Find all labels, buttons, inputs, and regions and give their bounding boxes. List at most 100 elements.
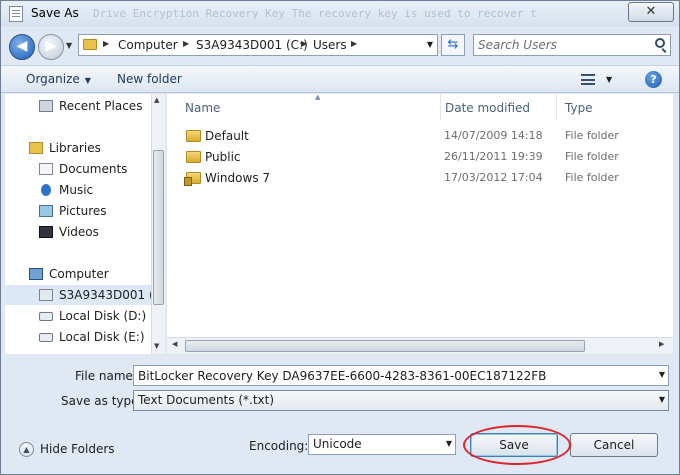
nav-item-local-disk-d[interactable]: Local Disk (D:) <box>5 306 151 326</box>
breadcrumb-drive[interactable]: S3A9343D001 (C:) <box>196 38 308 52</box>
command-bar: Organize ▼ New folder ▼ ? <box>1 65 679 93</box>
address-dropdown-icon[interactable]: ▼ <box>427 40 433 49</box>
search-icon[interactable] <box>655 38 665 48</box>
save-as-type-select[interactable]: Text Documents (*.txt) ▼ <box>133 390 669 411</box>
forward-button[interactable]: ▶ <box>38 34 64 60</box>
column-header-label: Date modified <box>445 101 531 115</box>
background-window-text: Drive Encryption Recovery Key The recove… <box>93 7 537 20</box>
nav-item-computer[interactable]: Computer <box>5 264 151 284</box>
file-name-combobox[interactable]: ▼ <box>133 365 669 386</box>
file-name: Default <box>205 129 249 143</box>
horizontal-scrollbar[interactable]: ◀ ▶ <box>167 337 673 354</box>
file-name: Windows 7 <box>205 171 271 185</box>
column-header-type[interactable]: Type <box>557 94 673 120</box>
title-bar: Save As Drive Encryption Recovery Key Th… <box>1 1 679 27</box>
column-header-name[interactable]: Name ▲ <box>177 93 441 120</box>
table-row[interactable]: Windows 7 17/03/2012 17:04 File folder <box>167 168 673 188</box>
save-button[interactable]: Save <box>470 433 558 457</box>
dialog-title: Save As <box>31 6 79 20</box>
nav-item-label: Pictures <box>59 204 107 218</box>
folder-icon <box>186 130 201 142</box>
locked-folder-icon <box>184 172 201 186</box>
nav-item-pictures[interactable]: Pictures <box>5 201 151 221</box>
refresh-button[interactable]: ⇆ <box>441 34 465 56</box>
scrollbar-thumb[interactable] <box>153 150 164 305</box>
system-drive-icon <box>39 289 53 301</box>
folder-icon <box>83 39 97 50</box>
chevron-down-icon[interactable]: ▼ <box>446 439 452 448</box>
table-row[interactable]: Public 26/11/2011 19:39 File folder <box>167 147 673 167</box>
nav-item-music[interactable]: Music <box>5 180 151 200</box>
hide-folders-button[interactable]: Hide Folders <box>40 442 115 456</box>
save-as-type-label: Save as type: <box>61 394 143 408</box>
view-dropdown-icon[interactable]: ▼ <box>606 75 612 84</box>
nav-item-system-drive[interactable]: S3A9343D001 (C:) <box>5 285 151 305</box>
save-as-dialog: Save As Drive Encryption Recovery Key Th… <box>0 0 680 475</box>
nav-item-label: Local Disk (E:) <box>59 330 145 344</box>
view-options-icon[interactable] <box>581 74 595 85</box>
scroll-right-icon[interactable]: ▶ <box>659 340 664 348</box>
videos-icon <box>39 226 53 238</box>
chevron-down-icon[interactable]: ▼ <box>659 395 665 404</box>
breadcrumb-arrow-icon[interactable]: ▶ <box>183 39 189 48</box>
nav-item-label: Music <box>59 183 94 197</box>
cancel-button[interactable]: Cancel <box>570 433 658 457</box>
music-icon <box>41 184 51 196</box>
column-header-label: Type <box>565 101 593 115</box>
search-box[interactable] <box>473 34 671 56</box>
file-name-label: File name: <box>75 369 137 383</box>
scroll-up-icon[interactable]: ▲ <box>154 96 159 104</box>
nav-item-label: Documents <box>59 162 128 176</box>
recent-places-icon <box>39 100 53 112</box>
search-input[interactable] <box>478 37 648 53</box>
breadcrumb-users[interactable]: Users <box>313 38 347 52</box>
nav-item-label: Local Disk (D:) <box>59 309 147 323</box>
recent-locations-dropdown[interactable]: ▼ <box>66 41 72 50</box>
breadcrumb-arrow-icon[interactable]: ▶ <box>103 39 109 48</box>
nav-item-label: Videos <box>59 225 99 239</box>
address-bar[interactable]: ▶ Computer ▶ S3A9343D001 (C:) ▶ Users ▶ … <box>78 34 438 56</box>
encoding-select[interactable]: Unicode ▼ <box>308 434 456 455</box>
file-type: File folder <box>565 171 619 184</box>
navigation-scrollbar[interactable]: ▲ ▼ <box>151 94 165 354</box>
nav-item-local-disk-e[interactable]: Local Disk (E:) <box>5 327 151 347</box>
organize-label: Organize <box>26 72 80 86</box>
nav-item-videos[interactable]: Videos <box>5 222 151 242</box>
file-date: 26/11/2011 19:39 <box>444 150 543 163</box>
nav-item-label: Computer <box>49 267 109 281</box>
back-button[interactable]: ◀ <box>9 34 35 60</box>
new-folder-button[interactable]: New folder <box>117 72 182 86</box>
file-name: Public <box>205 150 241 164</box>
navigation-pane: Recent Places Libraries Documents Music … <box>5 94 151 354</box>
save-as-type-value: Text Documents (*.txt) <box>138 393 275 407</box>
scrollbar-thumb[interactable] <box>185 340 585 352</box>
help-icon[interactable]: ? <box>645 71 662 88</box>
libraries-icon <box>29 142 43 154</box>
organize-menu-button[interactable]: Organize ▼ <box>26 72 91 86</box>
nav-item-libraries[interactable]: Libraries <box>5 138 151 158</box>
notepad-icon <box>9 6 23 22</box>
file-name-input[interactable] <box>138 368 644 383</box>
pictures-icon <box>39 205 53 217</box>
nav-item-label: Recent Places <box>59 99 143 113</box>
column-header-date[interactable]: Date modified <box>437 94 557 120</box>
table-row[interactable]: Default 14/07/2009 14:18 File folder <box>167 126 673 146</box>
chevron-down-icon[interactable]: ▼ <box>659 370 665 379</box>
nav-item-label: Libraries <box>49 141 101 155</box>
nav-item-label: S3A9343D001 (C:) <box>59 288 151 302</box>
disk-drive-icon <box>39 312 53 321</box>
nav-item-recent-places[interactable]: Recent Places <box>5 96 151 116</box>
scroll-down-icon[interactable]: ▼ <box>154 342 159 350</box>
file-type: File folder <box>565 150 619 163</box>
collapse-up-icon[interactable]: ▲ <box>19 442 34 457</box>
chevron-down-icon: ▼ <box>84 76 91 85</box>
scroll-left-icon[interactable]: ◀ <box>172 340 177 348</box>
file-type: File folder <box>565 129 619 142</box>
close-button[interactable]: ✕ <box>628 2 674 22</box>
breadcrumb-computer[interactable]: Computer <box>118 38 178 52</box>
encoding-label: Encoding: <box>249 439 309 453</box>
file-list: Name ▲ Date modified Type Default 14/07/… <box>167 93 673 354</box>
breadcrumb-arrow-icon[interactable]: ▶ <box>301 39 307 48</box>
nav-item-documents[interactable]: Documents <box>5 159 151 179</box>
breadcrumb-arrow-icon[interactable]: ▶ <box>351 39 357 48</box>
